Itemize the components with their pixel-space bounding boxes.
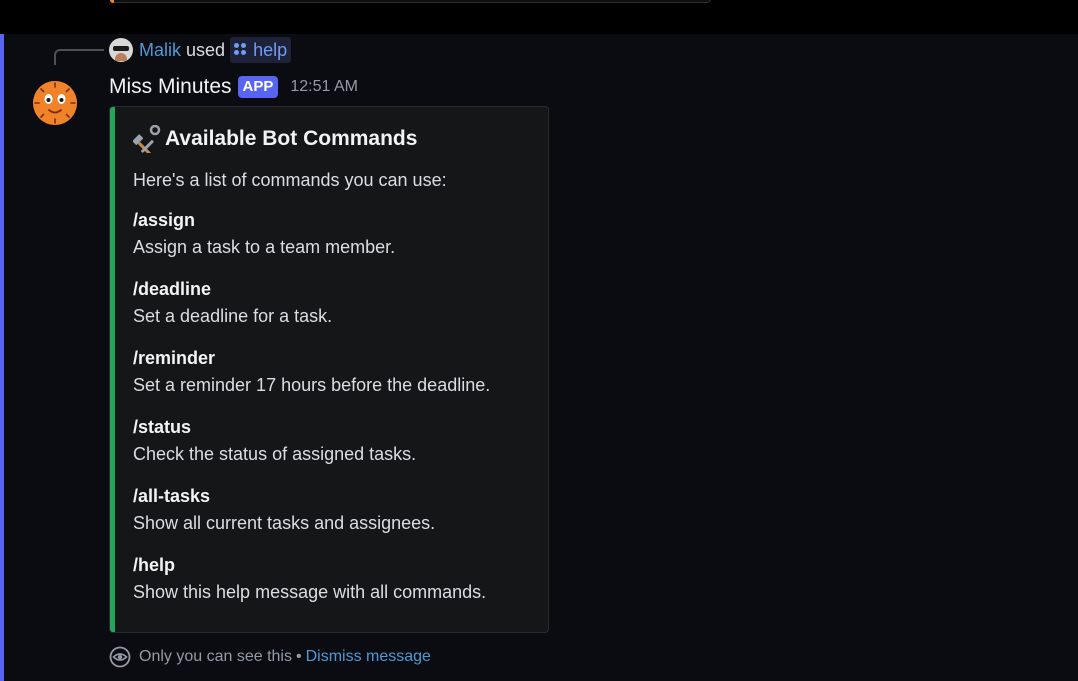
command-name: /status [133, 417, 192, 437]
command-item: /assign Assign a task to a team member. [133, 208, 543, 277]
clock-face-avatar[interactable] [33, 81, 77, 125]
command-item: /all-tasks Show all current tasks and as… [133, 484, 543, 553]
command-description: Set a reminder 17 hours before the deadl… [133, 375, 491, 395]
reply-username[interactable]: Malik [139, 40, 181, 61]
clock-face-icon [33, 81, 77, 125]
embed-title-text: Available Bot Commands [165, 127, 418, 150]
command-item: /help Show this help message with all co… [133, 553, 543, 622]
help-embed: Available Bot Commands Here's a list of … [109, 106, 549, 633]
footer-separator: • [295, 648, 302, 665]
bot-message[interactable]: Malik used help Miss Minutes APP 12:51 A… [0, 34, 1078, 681]
command-mention[interactable]: help [230, 37, 292, 63]
slash-command-icon [234, 43, 248, 57]
message-header: Miss Minutes APP 12:51 AM [109, 74, 358, 100]
previous-embed-accent-bar [110, 0, 114, 3]
command-item: /deadline Set a deadline for a task. [133, 277, 543, 346]
reply-reference[interactable]: Malik used help [109, 37, 292, 63]
previous-embed [110, 0, 711, 3]
command-name: /reminder [133, 348, 216, 368]
author-name[interactable]: Miss Minutes [109, 75, 232, 99]
command-name: /assign [133, 210, 196, 230]
command-mention-label: help [253, 39, 288, 60]
ephemeral-notice: Only you can see this [139, 648, 292, 665]
command-description: Show all current tasks and assignees. [133, 513, 436, 533]
command-list: /assign Assign a task to a team member. … [133, 208, 543, 622]
reply-user-avatar[interactable] [109, 38, 133, 62]
hammer-and-wrench-icon [132, 124, 161, 155]
dismiss-message-link[interactable]: Dismiss message [306, 648, 431, 666]
command-description: Check the status of assigned tasks. [133, 444, 417, 464]
highlight-bar [0, 34, 4, 681]
command-item: /status Check the status of assigned tas… [133, 415, 543, 484]
message-timestamp[interactable]: 12:51 AM [290, 78, 358, 96]
reply-used-label: used [186, 39, 226, 60]
command-description: Assign a task to a team member. [133, 237, 396, 257]
command-description: Set a deadline for a task. [133, 306, 333, 326]
embed-accent-bar [110, 107, 115, 632]
command-item: /reminder Set a reminder 17 hours before… [133, 346, 543, 415]
eye-icon [109, 646, 131, 668]
embed-description: Here's a list of commands you can use: [133, 170, 447, 190]
ephemeral-footer: Only you can see this • Dismiss message [109, 646, 431, 668]
command-name: /all-tasks [133, 486, 211, 506]
app-badge: APP [237, 76, 279, 98]
reply-spine [54, 49, 104, 65]
command-description: Show this help message with all commands… [133, 582, 487, 602]
command-name: /help [133, 555, 176, 575]
previous-message-area [0, 0, 1078, 34]
command-name: /deadline [133, 279, 212, 299]
embed-title: Available Bot Commands [132, 124, 418, 155]
